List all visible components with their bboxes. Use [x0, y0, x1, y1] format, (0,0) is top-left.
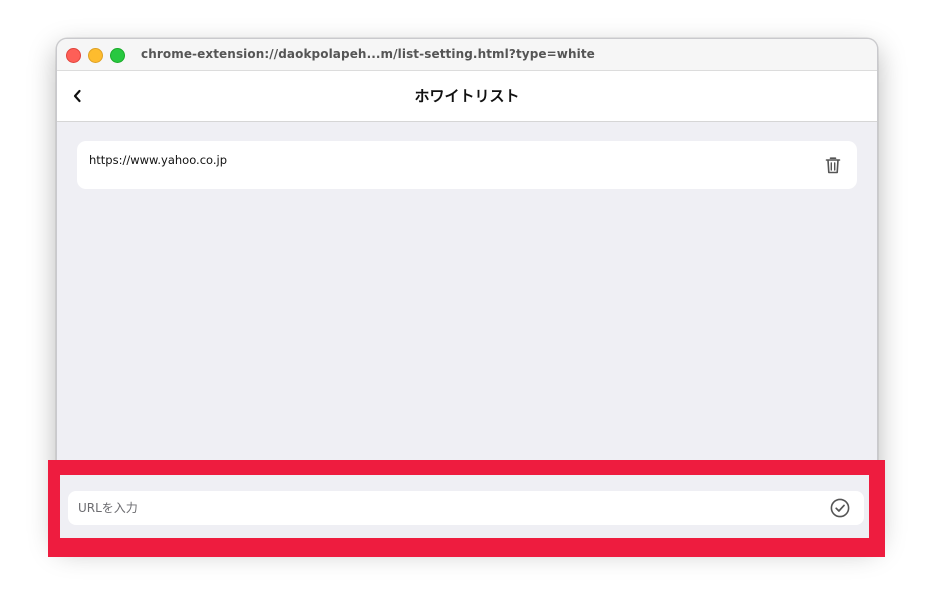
list-item-url: https://www.yahoo.co.jp — [89, 153, 228, 167]
url-list: https://www.yahoo.co.jp — [77, 141, 857, 189]
minimize-window-button[interactable] — [88, 48, 103, 63]
add-url-button[interactable] — [830, 498, 850, 518]
url-input-container — [68, 491, 864, 525]
url-input-panel — [60, 475, 869, 538]
url-input[interactable] — [78, 491, 824, 525]
title-bar: chrome-extension://daokpolapeh...m/list-… — [57, 39, 877, 71]
window-title-url: chrome-extension://daokpolapeh...m/list-… — [141, 47, 595, 61]
close-window-button[interactable] — [66, 48, 81, 63]
app-header: ホワイトリスト — [57, 71, 877, 122]
check-circle-icon — [830, 498, 850, 518]
zoom-window-button[interactable] — [110, 48, 125, 63]
list-item: https://www.yahoo.co.jp — [77, 141, 857, 189]
page-title: ホワイトリスト — [414, 87, 520, 105]
trash-icon — [825, 157, 841, 174]
delete-button[interactable] — [823, 155, 843, 175]
